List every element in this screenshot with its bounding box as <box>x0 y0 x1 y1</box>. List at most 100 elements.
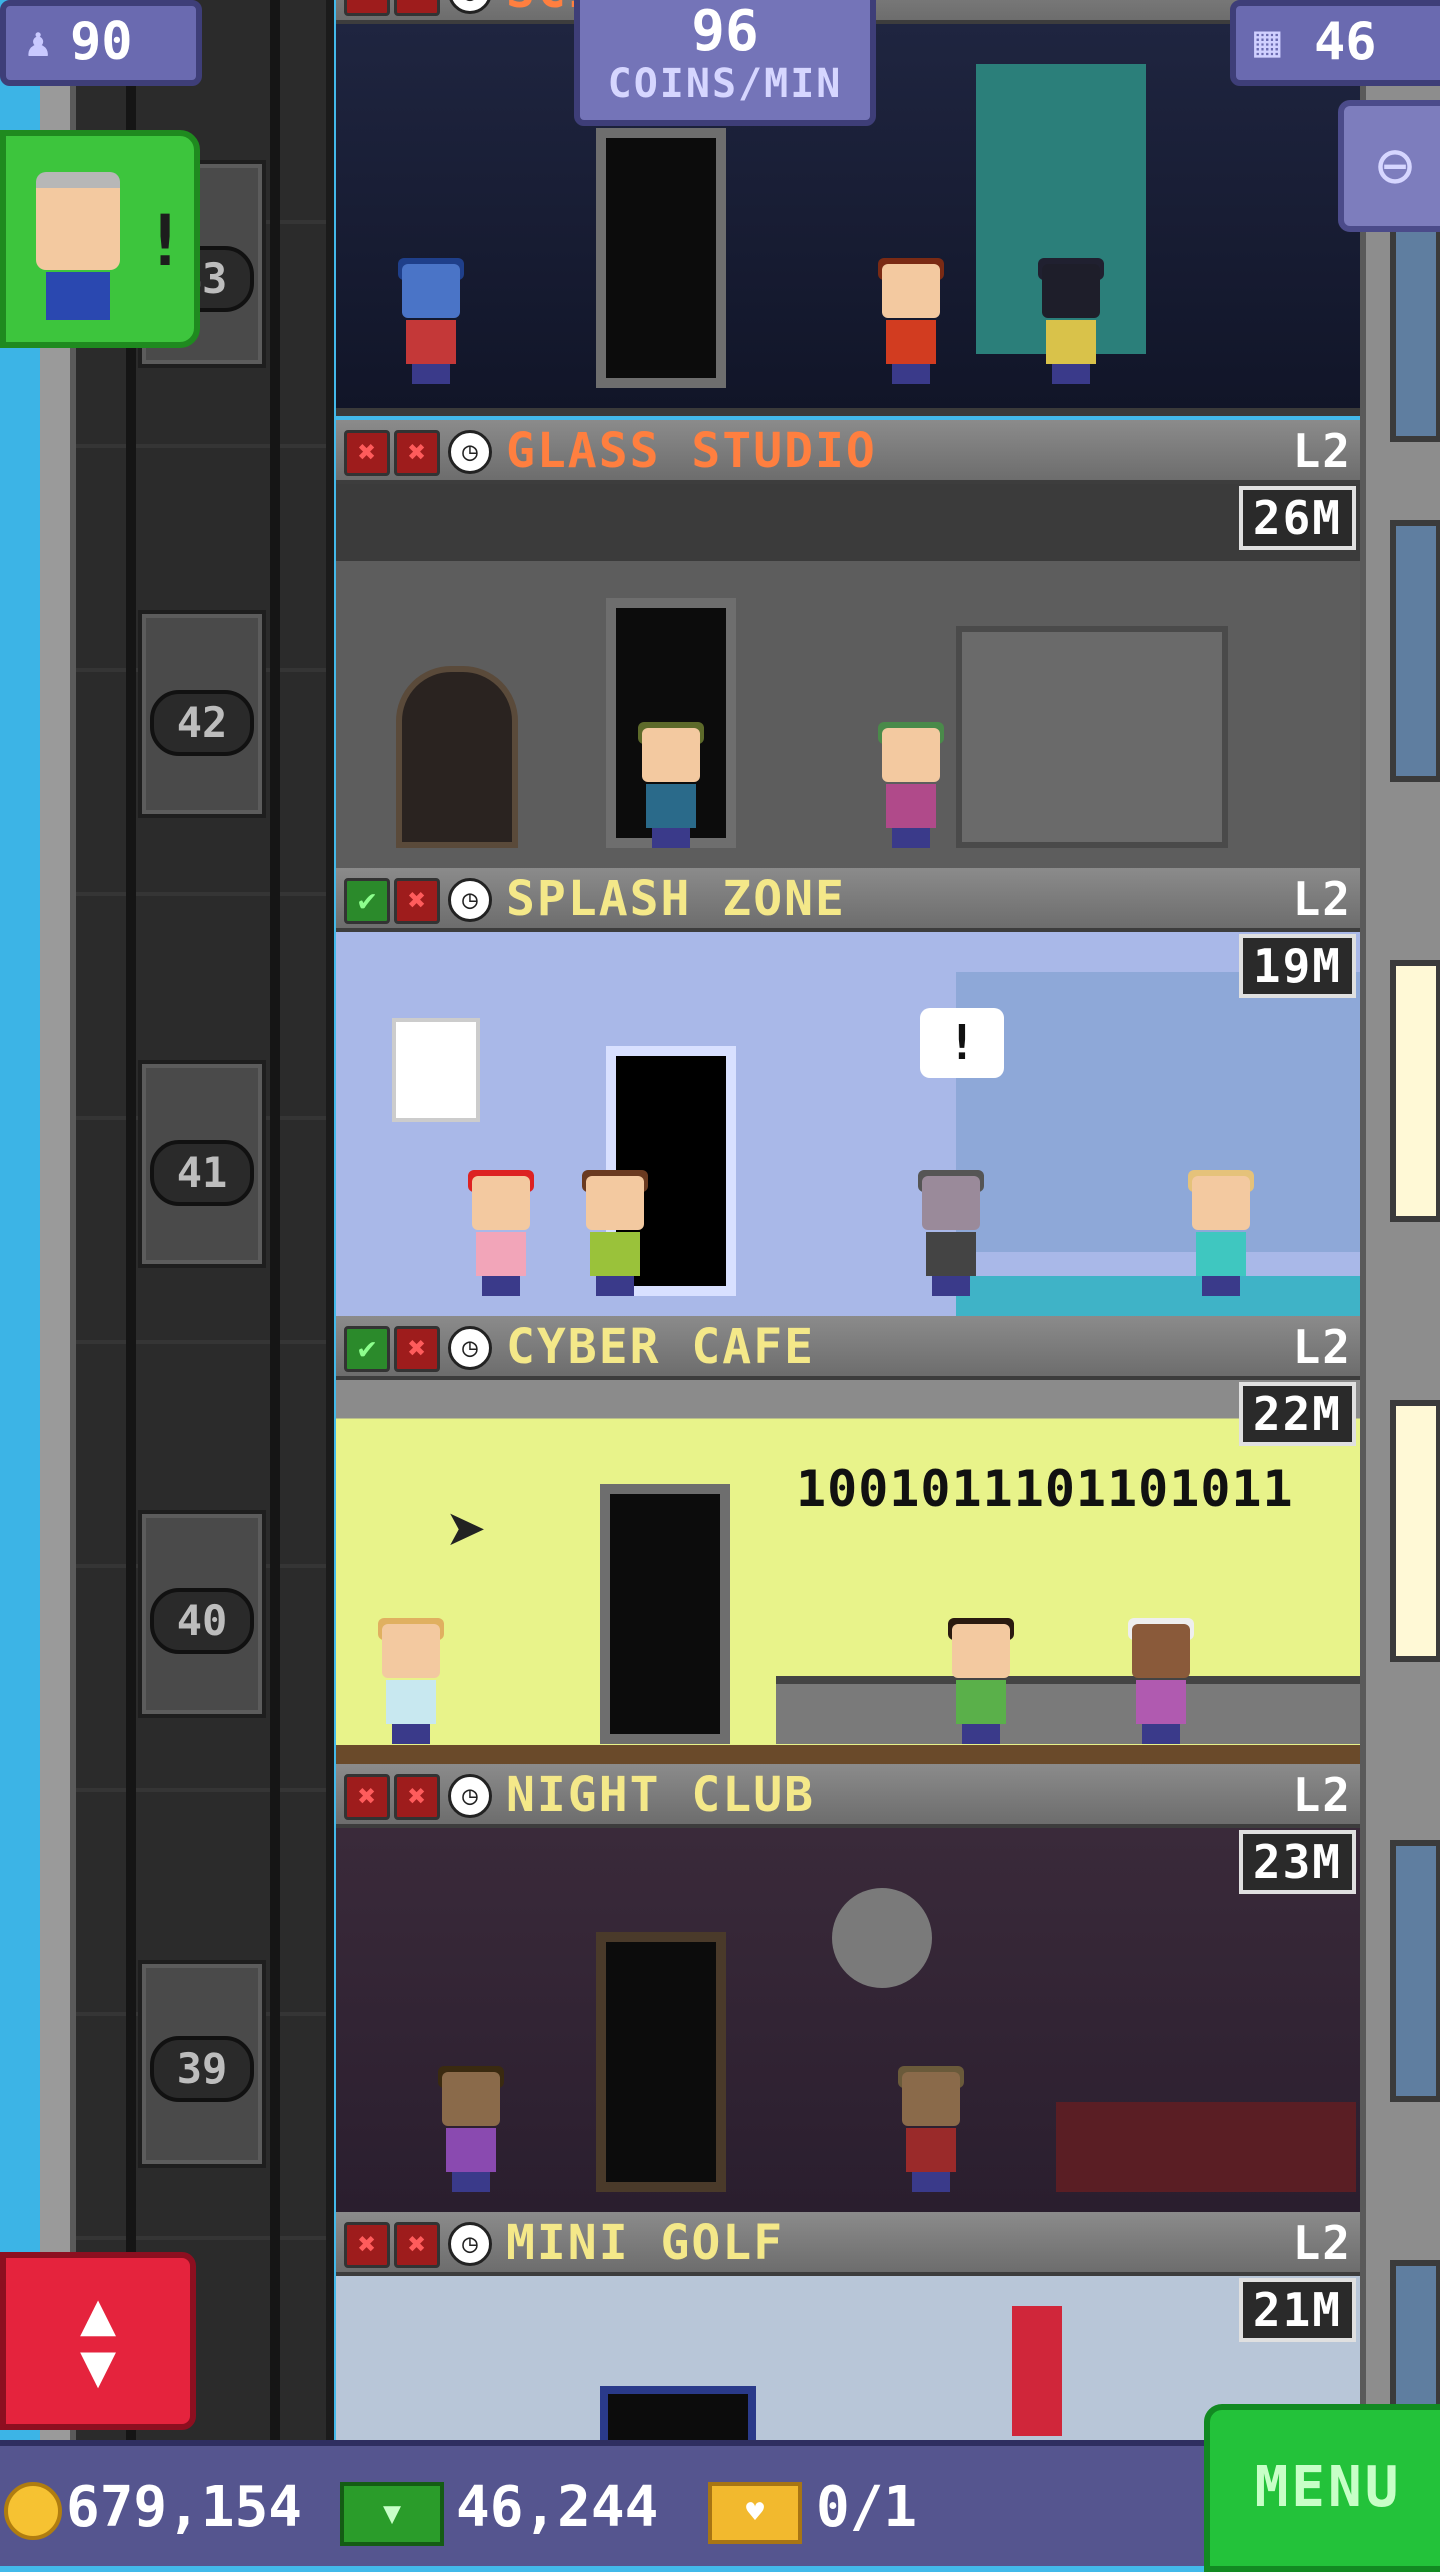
floor-night-club[interactable]: ✖ ✖ ◷ NIGHT CLUB L2 23M <box>336 1764 1360 2212</box>
pool-water <box>956 1276 1360 1316</box>
disco-ball <box>832 1888 932 1988</box>
resident[interactable] <box>636 722 706 848</box>
tower-bux-value: 46,244 <box>456 2475 659 2540</box>
menu-button[interactable]: MENU <box>1204 2404 1440 2572</box>
shaft-rail <box>270 0 280 2440</box>
floor-count-display[interactable]: ▦ 46 <box>1230 0 1440 86</box>
resident[interactable] <box>1186 1170 1256 1296</box>
clock-icon: ◷ <box>448 0 492 14</box>
floor-level: L2 <box>1292 2216 1352 2270</box>
resident[interactable] <box>916 1170 986 1296</box>
zoom-out-icon: ⊖ <box>1375 129 1415 203</box>
population-value: 90 <box>70 12 133 72</box>
visitor-notification-button[interactable]: ! <box>0 130 200 348</box>
floor-timer: 21M <box>1238 2278 1356 2342</box>
floor-header: ✖ ✖ ◷ MINI GOLF L2 <box>336 2212 1360 2276</box>
floor-name: GLASS STUDIO <box>506 423 877 479</box>
floor-timer: 23M <box>1238 1830 1356 1894</box>
resident[interactable] <box>396 258 466 384</box>
x-icon: ✖ <box>394 0 440 16</box>
resident[interactable] <box>876 258 946 384</box>
resident[interactable] <box>1126 1618 1196 1744</box>
tower-window <box>1390 960 1440 1222</box>
visitor-avatar <box>36 172 120 270</box>
floor-splash-zone[interactable]: ✔ ✖ ◷ SPLASH ZONE L2 ! 19M <box>336 868 1360 1316</box>
floor-level: L2 <box>1292 424 1352 478</box>
floor-door <box>596 128 726 388</box>
coins-per-min-value: 96 <box>691 0 759 64</box>
x-icon: ✖ <box>394 878 440 924</box>
elevator-button[interactable]: ▲ ▼ <box>0 2252 196 2430</box>
floor-number: 40 <box>150 1588 254 1654</box>
exclamation-icon: ! <box>144 200 187 282</box>
floor-header: ✖ ✖ ◷ GLASS STUDIO L2 <box>336 420 1360 484</box>
resident[interactable] <box>436 2066 506 2192</box>
x-icon: ✖ <box>394 2222 440 2268</box>
resident[interactable] <box>1036 258 1106 384</box>
check-icon: ✔ <box>344 878 390 924</box>
wall-poster <box>392 1018 480 1122</box>
floor-name: NIGHT CLUB <box>506 1767 815 1823</box>
x-icon: ✖ <box>394 430 440 476</box>
tickets-value: 0/1 <box>816 2475 918 2540</box>
floor-timer: 22M <box>1238 1382 1356 1446</box>
floor-timer: 26M <box>1238 486 1356 550</box>
club-seating <box>1056 2102 1356 2192</box>
floor-name: SPLASH ZONE <box>506 871 846 927</box>
building-icon: ▦ <box>1254 16 1281 67</box>
clock-icon: ◷ <box>448 1326 492 1370</box>
x-icon: ✖ <box>394 1774 440 1820</box>
floor-level: L2 <box>1292 1320 1352 1374</box>
glass-shelf <box>956 626 1228 848</box>
ticket-icon: ♥ <box>708 2482 802 2544</box>
tower-window <box>1390 1840 1440 2102</box>
floor-room: ➤ 1001011101101011 <box>336 1380 1360 1764</box>
x-icon: ✖ <box>394 1326 440 1372</box>
person-icon: ♟ <box>26 20 51 66</box>
coins-value: 679,154 <box>66 2475 303 2540</box>
resident[interactable] <box>580 1170 650 1296</box>
clock-icon: ◷ <box>448 1774 492 1818</box>
visitor-avatar-body <box>46 272 110 320</box>
floor-cyber-cafe[interactable]: ✔ ✖ ◷ CYBER CAFE L2 ➤ 1001011101101011 2… <box>336 1316 1360 1764</box>
resident[interactable] <box>876 722 946 848</box>
tower-window <box>1390 520 1440 782</box>
tower-right-wall <box>1360 0 1440 2522</box>
check-icon: ✔ <box>344 1326 390 1372</box>
floor-level: L2 <box>1292 1768 1352 1822</box>
x-icon: ✖ <box>344 430 390 476</box>
pool-window <box>956 972 1360 1252</box>
floor-name: CYBER CAFE <box>506 1319 815 1375</box>
sky-background <box>0 0 40 2560</box>
resident[interactable] <box>466 1170 536 1296</box>
floor-number: 42 <box>150 690 254 756</box>
coins-per-min-label: COINS/MIN <box>607 61 843 107</box>
golf-building <box>1012 2306 1062 2436</box>
glass-furnace <box>396 666 518 848</box>
tower-window <box>1390 1400 1440 1662</box>
alert-bubble[interactable]: ! <box>920 1008 1004 1078</box>
floor-header: ✔ ✖ ◷ CYBER CAFE L2 <box>336 1316 1360 1380</box>
floor-glass-studio[interactable]: ✖ ✖ ◷ GLASS STUDIO L2 26M <box>336 420 1360 868</box>
population-counter[interactable]: ♟ 90 <box>0 0 202 86</box>
x-icon: ✖ <box>344 0 390 16</box>
coin-icon <box>4 2482 62 2540</box>
x-icon: ✖ <box>344 2222 390 2268</box>
binary-text: 1001011101101011 <box>796 1460 1294 1518</box>
floor-door <box>600 1484 730 1744</box>
floor-header: ✖ ✖ ◷ NIGHT CLUB L2 <box>336 1764 1360 1828</box>
clock-icon: ◷ <box>448 2222 492 2266</box>
cursor-icon: ➤ <box>446 1490 489 1572</box>
floor-count-value: 46 <box>1314 12 1377 72</box>
x-icon: ✖ <box>344 1774 390 1820</box>
clock-icon: ◷ <box>448 878 492 922</box>
floor-mini-golf[interactable]: ✖ ✖ ◷ MINI GOLF L2 21M <box>336 2212 1360 2456</box>
floor-name: MINI GOLF <box>506 2215 785 2271</box>
floor-number: 41 <box>150 1140 254 1206</box>
floor-timer: 19M <box>1238 934 1356 998</box>
zoom-out-button[interactable]: ⊖ <box>1338 100 1440 232</box>
resident[interactable] <box>946 1618 1016 1744</box>
floor-number: 39 <box>150 2036 254 2102</box>
resident[interactable] <box>896 2066 966 2192</box>
resident[interactable] <box>376 1618 446 1744</box>
